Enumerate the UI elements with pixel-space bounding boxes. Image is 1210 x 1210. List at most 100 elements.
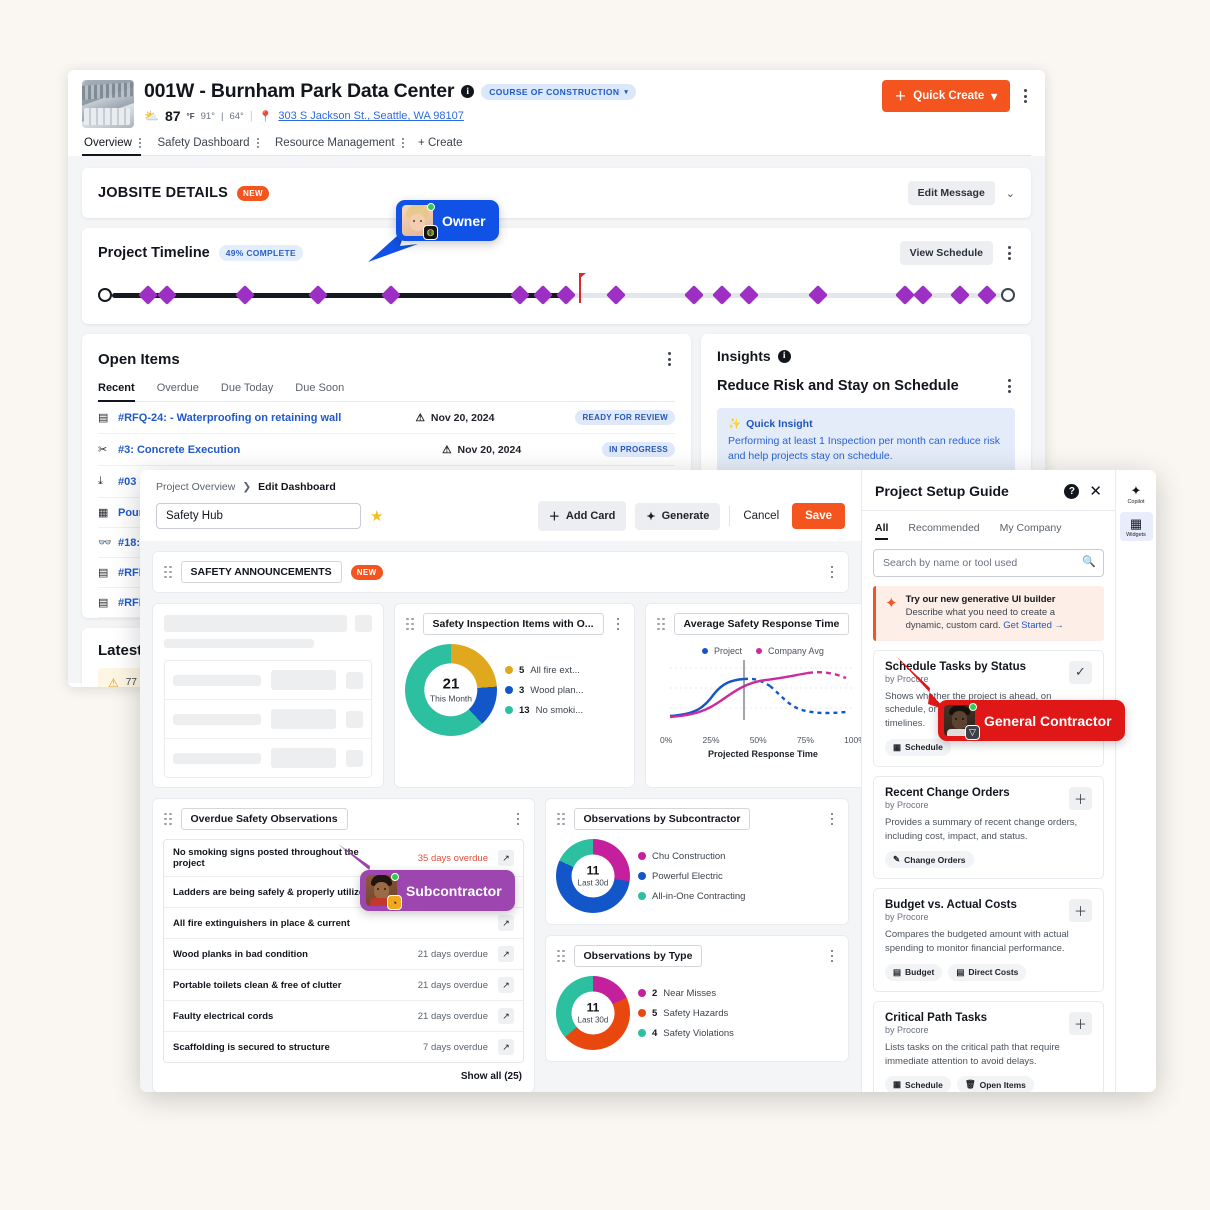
widget-more-menu[interactable] [827, 562, 838, 583]
add-card-button[interactable]: ＋ Add Card [537, 501, 627, 531]
table-row[interactable]: All fire extinguishers in place & curren… [164, 908, 523, 939]
add-card-plus-icon[interactable]: ＋ [1069, 899, 1092, 923]
search-icon[interactable]: 🔍 [1082, 555, 1096, 568]
help-icon[interactable]: ? [1064, 483, 1080, 499]
tab-overview[interactable]: Overview [82, 137, 155, 156]
tab-overview-menu[interactable] [138, 137, 142, 149]
widget-more-menu[interactable] [613, 614, 624, 635]
table-row[interactable]: ✂ #3: Concrete Execution ⚠ Nov 20, 2024 IN P… [98, 434, 675, 466]
widget-title[interactable]: Safety Inspection Items with O... [422, 613, 604, 635]
view-schedule-button[interactable]: View Schedule [899, 241, 993, 265]
timeline-milestone[interactable] [308, 285, 328, 305]
widget-more-menu[interactable] [513, 809, 524, 830]
tab-due-today[interactable]: Due Today [221, 382, 273, 401]
table-row[interactable]: ▤ #RFQ-24: - Waterproofing on retaining w… [98, 402, 675, 434]
open-external-icon[interactable]: ↗ [498, 850, 514, 866]
project-address-link[interactable]: 303 S Jackson St., Seattle, WA 98107 [278, 110, 463, 122]
chevron-down-icon[interactable]: ⌄ [1006, 187, 1015, 200]
breadcrumb-parent[interactable]: Project Overview [156, 481, 235, 493]
timeline-milestone[interactable] [606, 285, 626, 305]
insights-more-menu[interactable] [1004, 375, 1015, 397]
timeline-milestone[interactable] [138, 285, 159, 305]
search-input[interactable] [873, 549, 1104, 577]
rail-item-widgets[interactable]: ▦ Widgets [1119, 512, 1153, 541]
open-external-icon[interactable]: ↗ [498, 946, 514, 962]
axis-tick-label: 0% [660, 735, 673, 745]
cancel-button[interactable]: Cancel [739, 503, 783, 529]
tab-recent[interactable]: Recent [98, 382, 135, 402]
info-icon[interactable]: i [777, 349, 791, 363]
open-external-icon[interactable]: ↗ [498, 1039, 514, 1055]
timeline-milestone[interactable] [950, 285, 970, 305]
widget-title[interactable]: SAFETY ANNOUNCEMENTS [180, 561, 342, 583]
widget-title[interactable]: Observations by Type [573, 945, 703, 967]
tab-overdue[interactable]: Overdue [157, 382, 199, 401]
tab-resource-management[interactable]: Resource Management [273, 137, 418, 155]
timeline-milestone[interactable] [509, 285, 530, 305]
show-all-link[interactable]: Show all (25) [153, 1071, 534, 1092]
drag-handle-icon[interactable] [657, 617, 665, 631]
timeline-track[interactable] [98, 273, 1015, 308]
drag-handle-icon[interactable] [557, 812, 565, 826]
widget-more-menu[interactable] [858, 614, 861, 635]
added-check-icon[interactable]: ✓ [1069, 660, 1092, 684]
setup-guide-card[interactable]: Recent Change Orders by Procore ＋ Provides … [873, 775, 1104, 880]
setup-guide-card[interactable]: Budget vs. Actual Costs by Procore ＋ Compar… [873, 888, 1104, 992]
timeline-milestone[interactable] [684, 285, 704, 305]
timeline-milestone[interactable] [555, 285, 576, 305]
timeline-milestone[interactable] [739, 285, 759, 305]
widget-more-menu[interactable] [827, 809, 838, 830]
info-icon[interactable]: i [461, 85, 475, 98]
widget-title[interactable]: Observations by Subcontractor [573, 808, 751, 830]
open-items-more-menu[interactable] [664, 348, 675, 370]
favorite-star-icon[interactable]: ★ [370, 507, 383, 525]
status-badge[interactable]: COURSE OF CONSTRUCTION ▾ [481, 83, 637, 100]
edit-message-button[interactable]: Edit Message [907, 181, 995, 205]
dashboard-name-input[interactable] [156, 503, 361, 529]
drag-handle-icon[interactable] [164, 812, 172, 826]
table-row[interactable]: Faulty electrical cords 21 days overdue ↗ [164, 1001, 523, 1032]
timeline-milestone[interactable] [977, 285, 998, 305]
tab-safety-dashboard-menu[interactable] [256, 137, 259, 149]
table-row[interactable]: Portable toilets clean & free of clutter… [164, 970, 523, 1001]
tab-all[interactable]: All [875, 522, 889, 540]
tab-create[interactable]: + Create [418, 137, 462, 155]
tab-recommended[interactable]: Recommended [908, 522, 979, 540]
tab-due-soon[interactable]: Due Soon [295, 382, 344, 401]
drag-handle-icon[interactable] [164, 565, 172, 579]
timeline-milestone[interactable] [913, 285, 934, 305]
timeline-milestone[interactable] [711, 285, 732, 305]
timeline-milestone[interactable] [532, 285, 553, 305]
rail-item-copilot[interactable]: ✦ Copilot [1120, 479, 1153, 508]
drag-handle-icon[interactable] [557, 949, 565, 963]
tab-my-company[interactable]: My Company [1000, 522, 1062, 540]
widget-title[interactable]: Overdue Safety Observations [180, 808, 348, 830]
save-button[interactable]: Save [792, 503, 845, 529]
open-item-name[interactable]: #3: Concrete Execution [118, 444, 442, 456]
timeline-milestone[interactable] [807, 285, 828, 305]
add-card-plus-icon[interactable]: ＋ [1069, 1011, 1092, 1035]
tab-resource-management-menu[interactable] [401, 137, 405, 149]
tab-safety-dashboard[interactable]: Safety Dashboard [155, 137, 273, 155]
generate-button[interactable]: ✦ Generate [635, 502, 721, 530]
timeline-more-menu[interactable] [1004, 242, 1015, 264]
timeline-milestone[interactable] [234, 285, 255, 305]
open-external-icon[interactable]: ↗ [498, 977, 514, 993]
widget-title[interactable]: Average Safety Response Time [673, 613, 850, 635]
timeline-milestone[interactable] [895, 285, 915, 305]
open-external-icon[interactable]: ↗ [498, 915, 514, 931]
widget-more-menu[interactable] [827, 946, 838, 967]
table-row[interactable]: Wood planks in bad condition 21 days over… [164, 939, 523, 970]
add-card-plus-icon[interactable]: ＋ [1069, 786, 1092, 810]
open-item-name[interactable]: #RFQ-24: - Waterproofing on retaining wa… [118, 412, 415, 424]
table-row[interactable]: Scaffolding is secured to structure 7 day… [164, 1032, 523, 1062]
timeline-milestone[interactable] [156, 285, 177, 305]
get-started-link[interactable]: Get Started → [1003, 620, 1064, 631]
drag-handle-icon[interactable] [406, 617, 414, 631]
quick-create-button[interactable]: ＋ Quick Create ▾ [881, 80, 1010, 112]
setup-guide-card[interactable]: Critical Path Tasks by Procore ＋ Lists task… [873, 1000, 1104, 1092]
open-external-icon[interactable]: ↗ [498, 1008, 514, 1024]
timeline-milestone[interactable] [381, 285, 402, 305]
close-icon[interactable]: ✕ [1089, 484, 1102, 499]
header-more-menu[interactable] [1020, 85, 1031, 107]
